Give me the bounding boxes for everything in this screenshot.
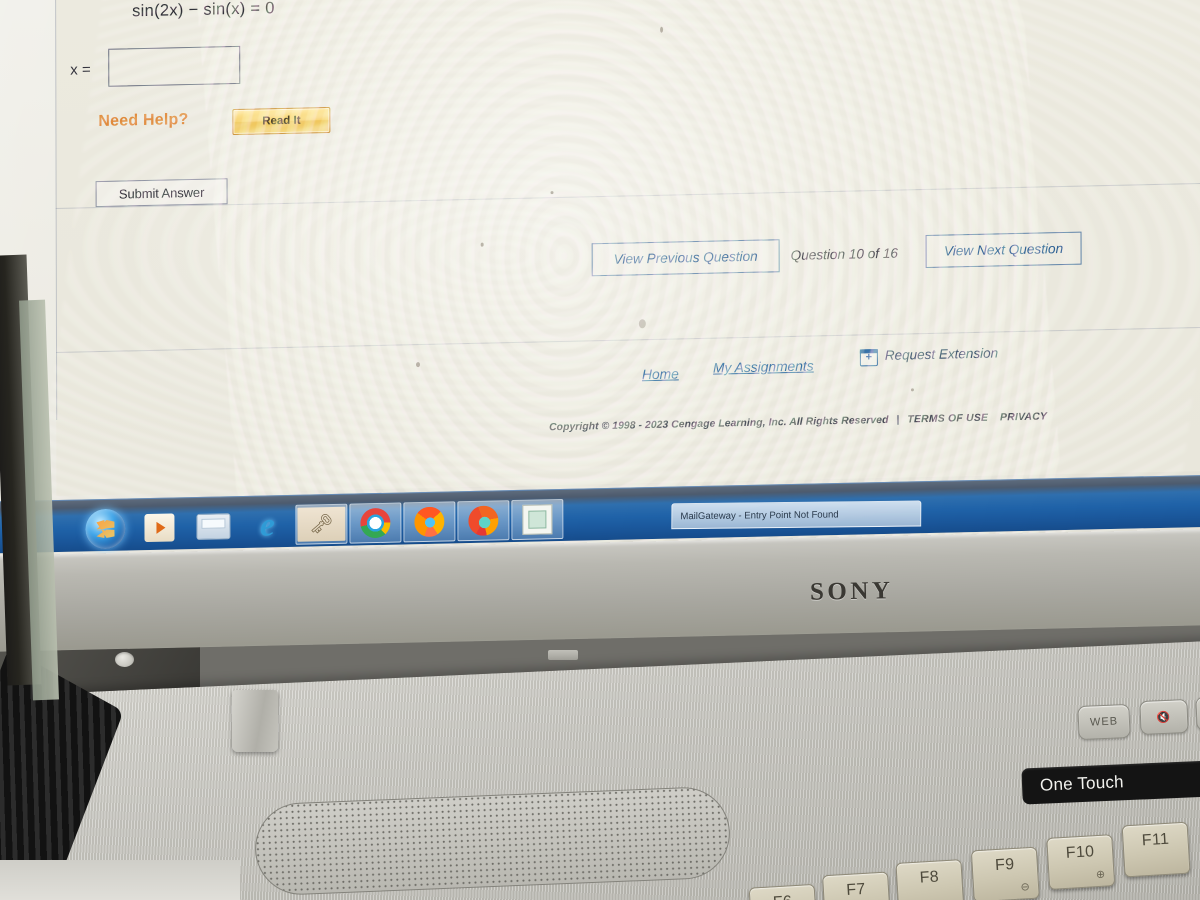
question-counter: Question 10 of 16 bbox=[790, 245, 898, 263]
request-extension-link[interactable]: Request Extension bbox=[885, 345, 998, 362]
key-f7-label: F7 bbox=[845, 880, 867, 899]
display-hardware-button[interactable]: ▣ bbox=[1195, 695, 1200, 731]
key-f10[interactable]: F10 ⊕ bbox=[1046, 834, 1116, 890]
taskbar-item-google-chrome[interactable] bbox=[349, 502, 402, 544]
key-f8-label: F8 bbox=[919, 868, 940, 887]
terms-of-use-link[interactable]: TERMS OF USE bbox=[907, 413, 988, 426]
document-icon bbox=[522, 504, 553, 535]
view-next-question-button[interactable]: View Next Question bbox=[925, 231, 1082, 269]
key-f6[interactable]: F6 bbox=[748, 883, 818, 900]
copyright-separator: | bbox=[896, 414, 900, 426]
mute-hardware-button[interactable]: 🔇 bbox=[1139, 698, 1189, 736]
calendar-plus-icon bbox=[859, 349, 878, 367]
mute-speaker-icon: 🔇 bbox=[1156, 711, 1172, 724]
taskbar-item-windows-explorer[interactable] bbox=[187, 506, 239, 547]
chrome-icon bbox=[360, 507, 391, 539]
photo-scene: Solve the equation. (Find all solutions … bbox=[0, 0, 1200, 900]
taskbar-item-firefox-alt[interactable] bbox=[457, 500, 510, 542]
hinge-latch bbox=[232, 690, 278, 752]
laptop-screen: Solve the equation. (Find all solutions … bbox=[0, 0, 1200, 595]
key-f8[interactable]: F8 bbox=[895, 859, 965, 900]
firefox-icon bbox=[414, 506, 445, 538]
start-button[interactable] bbox=[79, 508, 131, 550]
my-assignments-link[interactable]: My Assignments bbox=[713, 358, 814, 375]
key-f11-label: F11 bbox=[1141, 830, 1170, 850]
table-surface-bottom-left bbox=[0, 860, 240, 900]
media-player-icon bbox=[144, 513, 175, 543]
taskbar-icon-row: e bbox=[79, 498, 564, 550]
zoom-in-icon: ⊕ bbox=[1095, 868, 1106, 882]
home-link[interactable]: Home bbox=[642, 366, 679, 382]
bezel-indicator-dot bbox=[115, 652, 134, 667]
need-help-label: Need Help? bbox=[98, 111, 189, 131]
bezel-latch-notch bbox=[548, 650, 578, 660]
key-f6-label: F6 bbox=[772, 893, 792, 900]
submit-answer-button[interactable]: Submit Answer bbox=[95, 178, 228, 208]
error-window-titlebar[interactable]: MailGateway - Entry Point Not Found bbox=[671, 500, 922, 530]
speaker-grille bbox=[253, 785, 732, 897]
key-f9-label: F9 bbox=[994, 855, 1015, 875]
privacy-link[interactable]: PRIVACY bbox=[1000, 411, 1047, 423]
screen-surface: Solve the equation. (Find all solutions … bbox=[0, 0, 1200, 595]
answer-input[interactable] bbox=[108, 45, 241, 87]
windows-start-orb-icon bbox=[85, 508, 126, 550]
taskbar-item-firefox[interactable] bbox=[403, 501, 456, 543]
key-f9[interactable]: F9 ⊖ bbox=[970, 846, 1040, 900]
firefox-alt-icon bbox=[468, 505, 499, 537]
equation-display: sin(2x) − sin(x) = 0 bbox=[132, 0, 275, 21]
taskbar-item-internet-explorer[interactable]: e bbox=[241, 505, 293, 546]
taskbar-item-windows-media-player[interactable] bbox=[133, 507, 185, 548]
zoom-out-icon: ⊖ bbox=[1020, 881, 1031, 894]
key-f11[interactable]: F11 bbox=[1121, 821, 1191, 878]
folder-explorer-icon bbox=[196, 513, 231, 540]
key-f10-label: F10 bbox=[1065, 843, 1095, 862]
read-it-button[interactable]: Read It bbox=[232, 106, 331, 136]
key-icon bbox=[297, 506, 346, 542]
sony-logo: SONY bbox=[809, 577, 894, 606]
internet-explorer-icon: e bbox=[260, 506, 275, 544]
answer-label: x = bbox=[70, 61, 91, 79]
taskbar-item-document-app[interactable] bbox=[511, 498, 564, 541]
view-previous-question-button[interactable]: View Previous Question bbox=[591, 239, 780, 277]
taskbar-item-key-app[interactable] bbox=[295, 503, 348, 545]
web-hardware-button[interactable]: WEB bbox=[1077, 703, 1131, 741]
key-f7[interactable]: F7 bbox=[822, 871, 892, 900]
